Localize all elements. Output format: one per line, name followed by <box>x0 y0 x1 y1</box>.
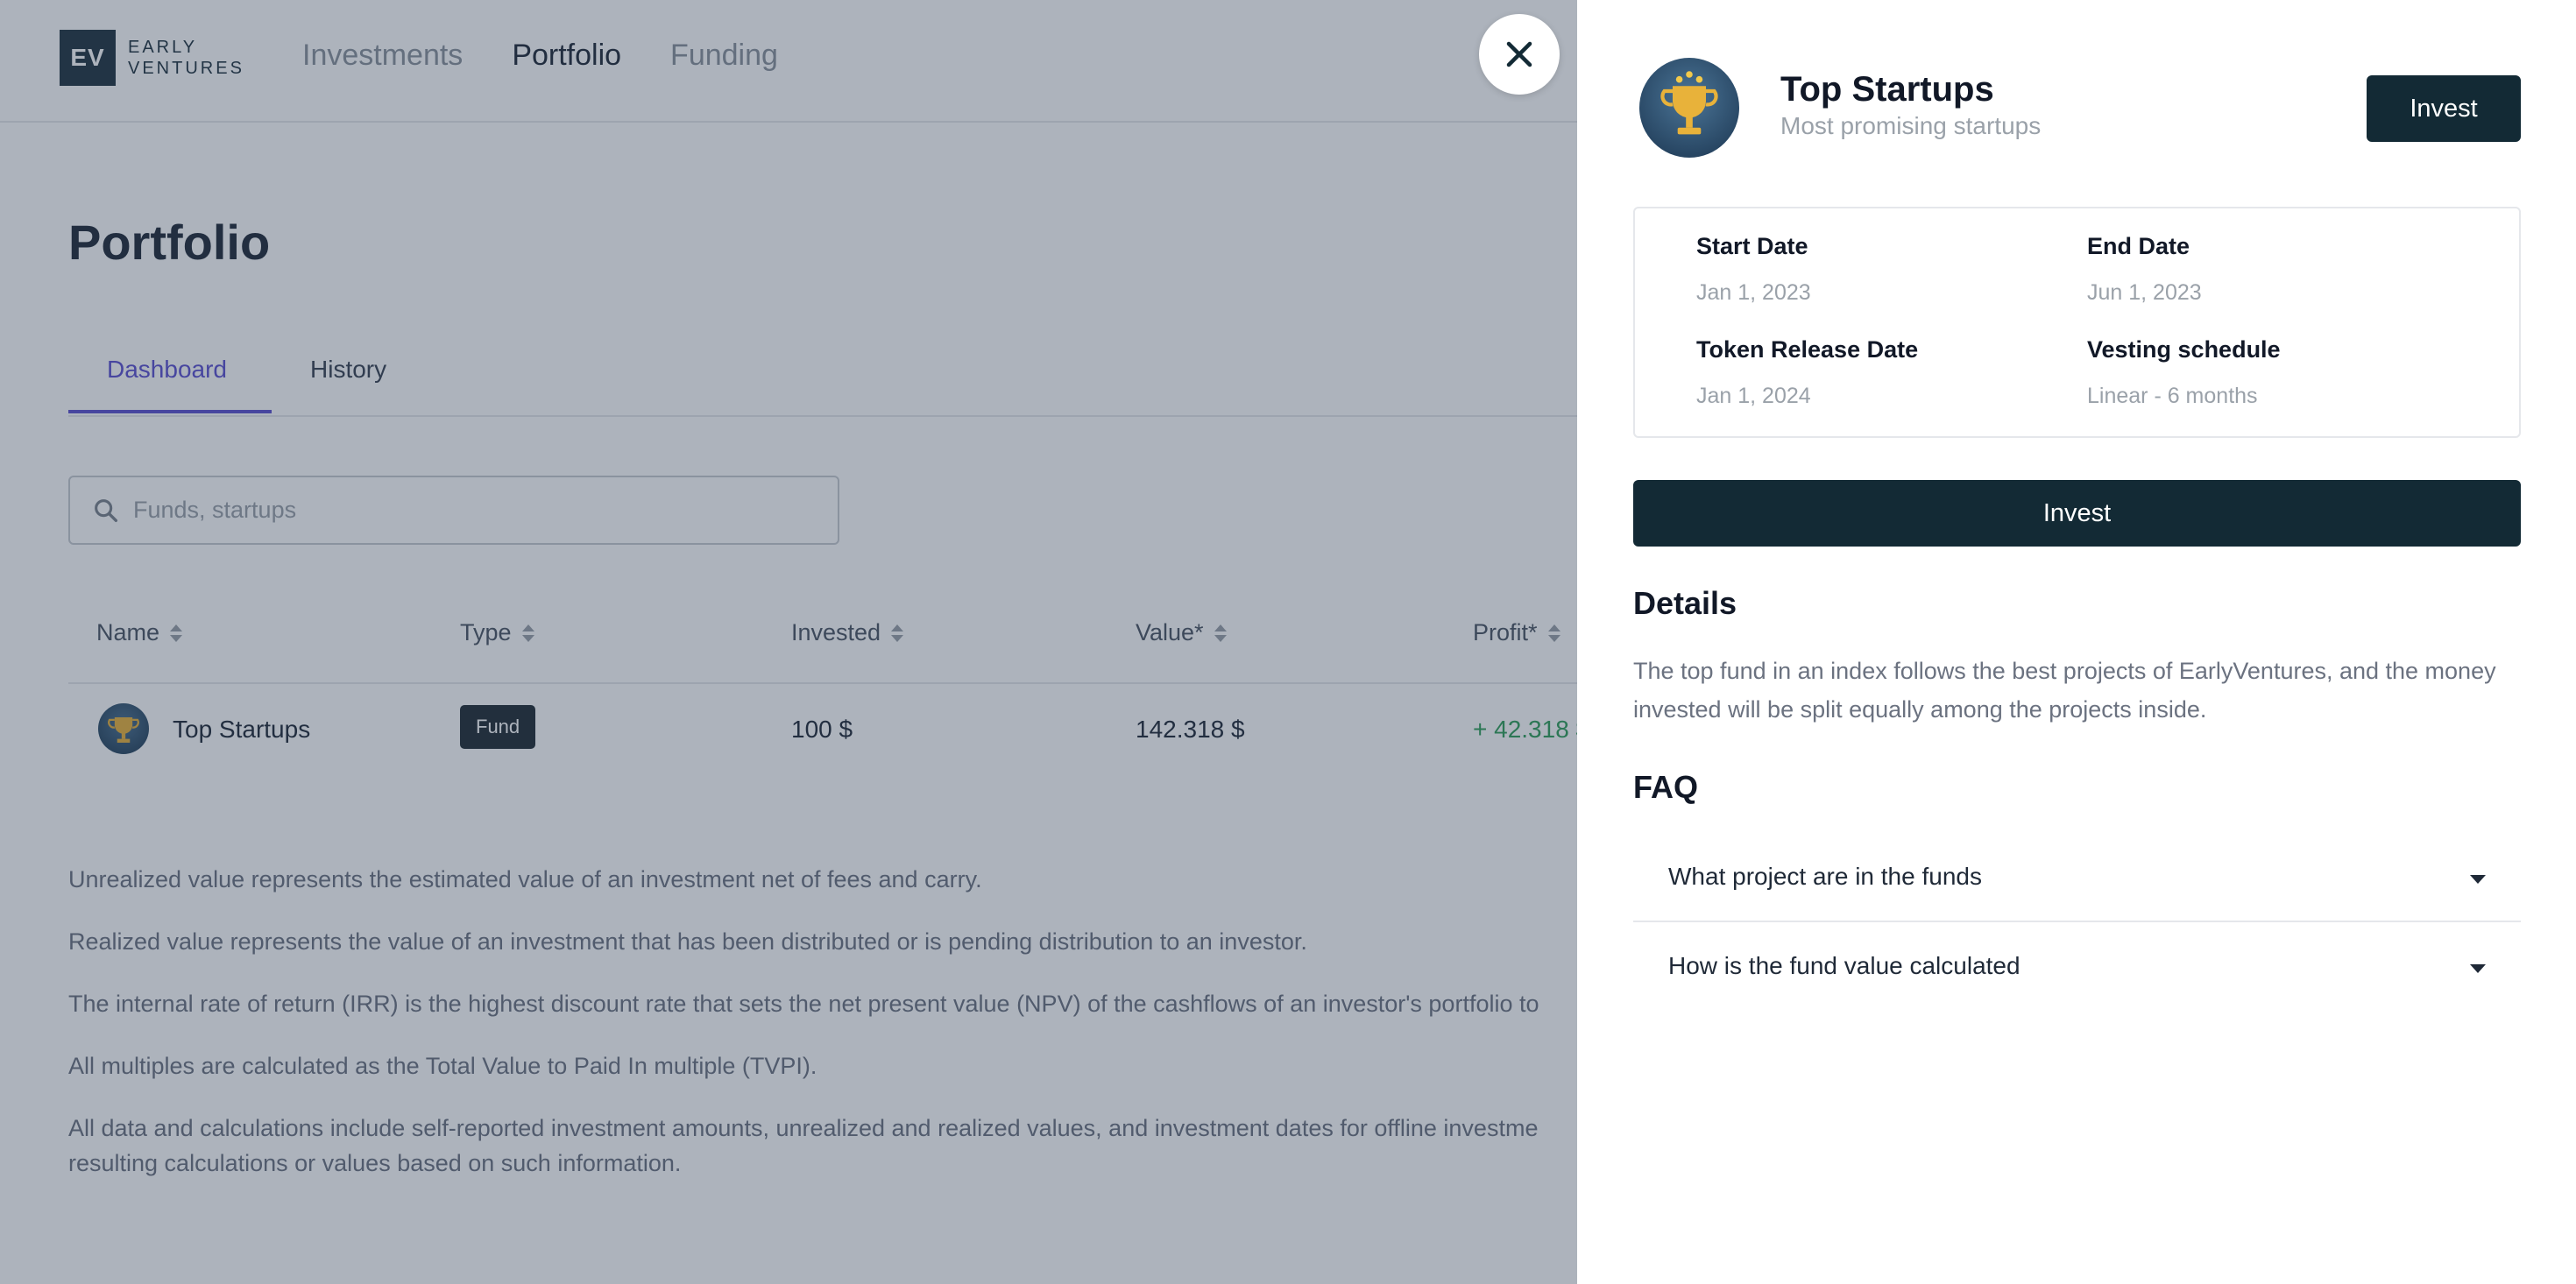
faq-heading: FAQ <box>1633 769 1699 805</box>
faq-item[interactable]: How is the fund value calculated <box>1633 924 2521 1012</box>
faq-item[interactable]: What project are in the funds <box>1633 835 2521 922</box>
start-date-label: Start Date <box>1696 233 1808 259</box>
end-date-value: Jun 1, 2023 <box>2087 280 2202 305</box>
fund-info-card: Start Date Jan 1, 2023 End Date Jun 1, 2… <box>1633 207 2521 438</box>
close-button[interactable] <box>1479 14 1560 95</box>
trophy-icon <box>1639 58 1739 158</box>
modal-backdrop[interactable] <box>0 0 1577 1284</box>
panel-subtitle: Most promising startups <box>1780 112 2042 139</box>
close-icon <box>1506 41 1532 67</box>
end-date-label: End Date <box>2087 233 2190 259</box>
token-release-label: Token Release Date <box>1696 336 1919 363</box>
details-text: The top fund in an index follows the bes… <box>1633 658 2496 723</box>
faq-question: How is the fund value calculated <box>1668 952 2020 979</box>
panel-title: Top Startups <box>1780 70 1994 109</box>
chevron-down-icon <box>2470 875 2486 884</box>
chevron-down-icon <box>2470 964 2486 973</box>
fund-detail-panel: Top Startups Most promising startups Inv… <box>1577 0 2576 1284</box>
vesting-schedule-value: Linear - 6 months <box>2087 384 2258 408</box>
invest-button[interactable]: Invest <box>1633 480 2521 547</box>
invest-button-header[interactable]: Invest <box>2367 75 2521 142</box>
vesting-schedule-label: Vesting schedule <box>2087 336 2281 363</box>
details-heading: Details <box>1633 585 1737 621</box>
faq-question: What project are in the funds <box>1668 863 1982 890</box>
start-date-value: Jan 1, 2023 <box>1696 280 1811 305</box>
token-release-value: Jan 1, 2024 <box>1696 384 1811 408</box>
